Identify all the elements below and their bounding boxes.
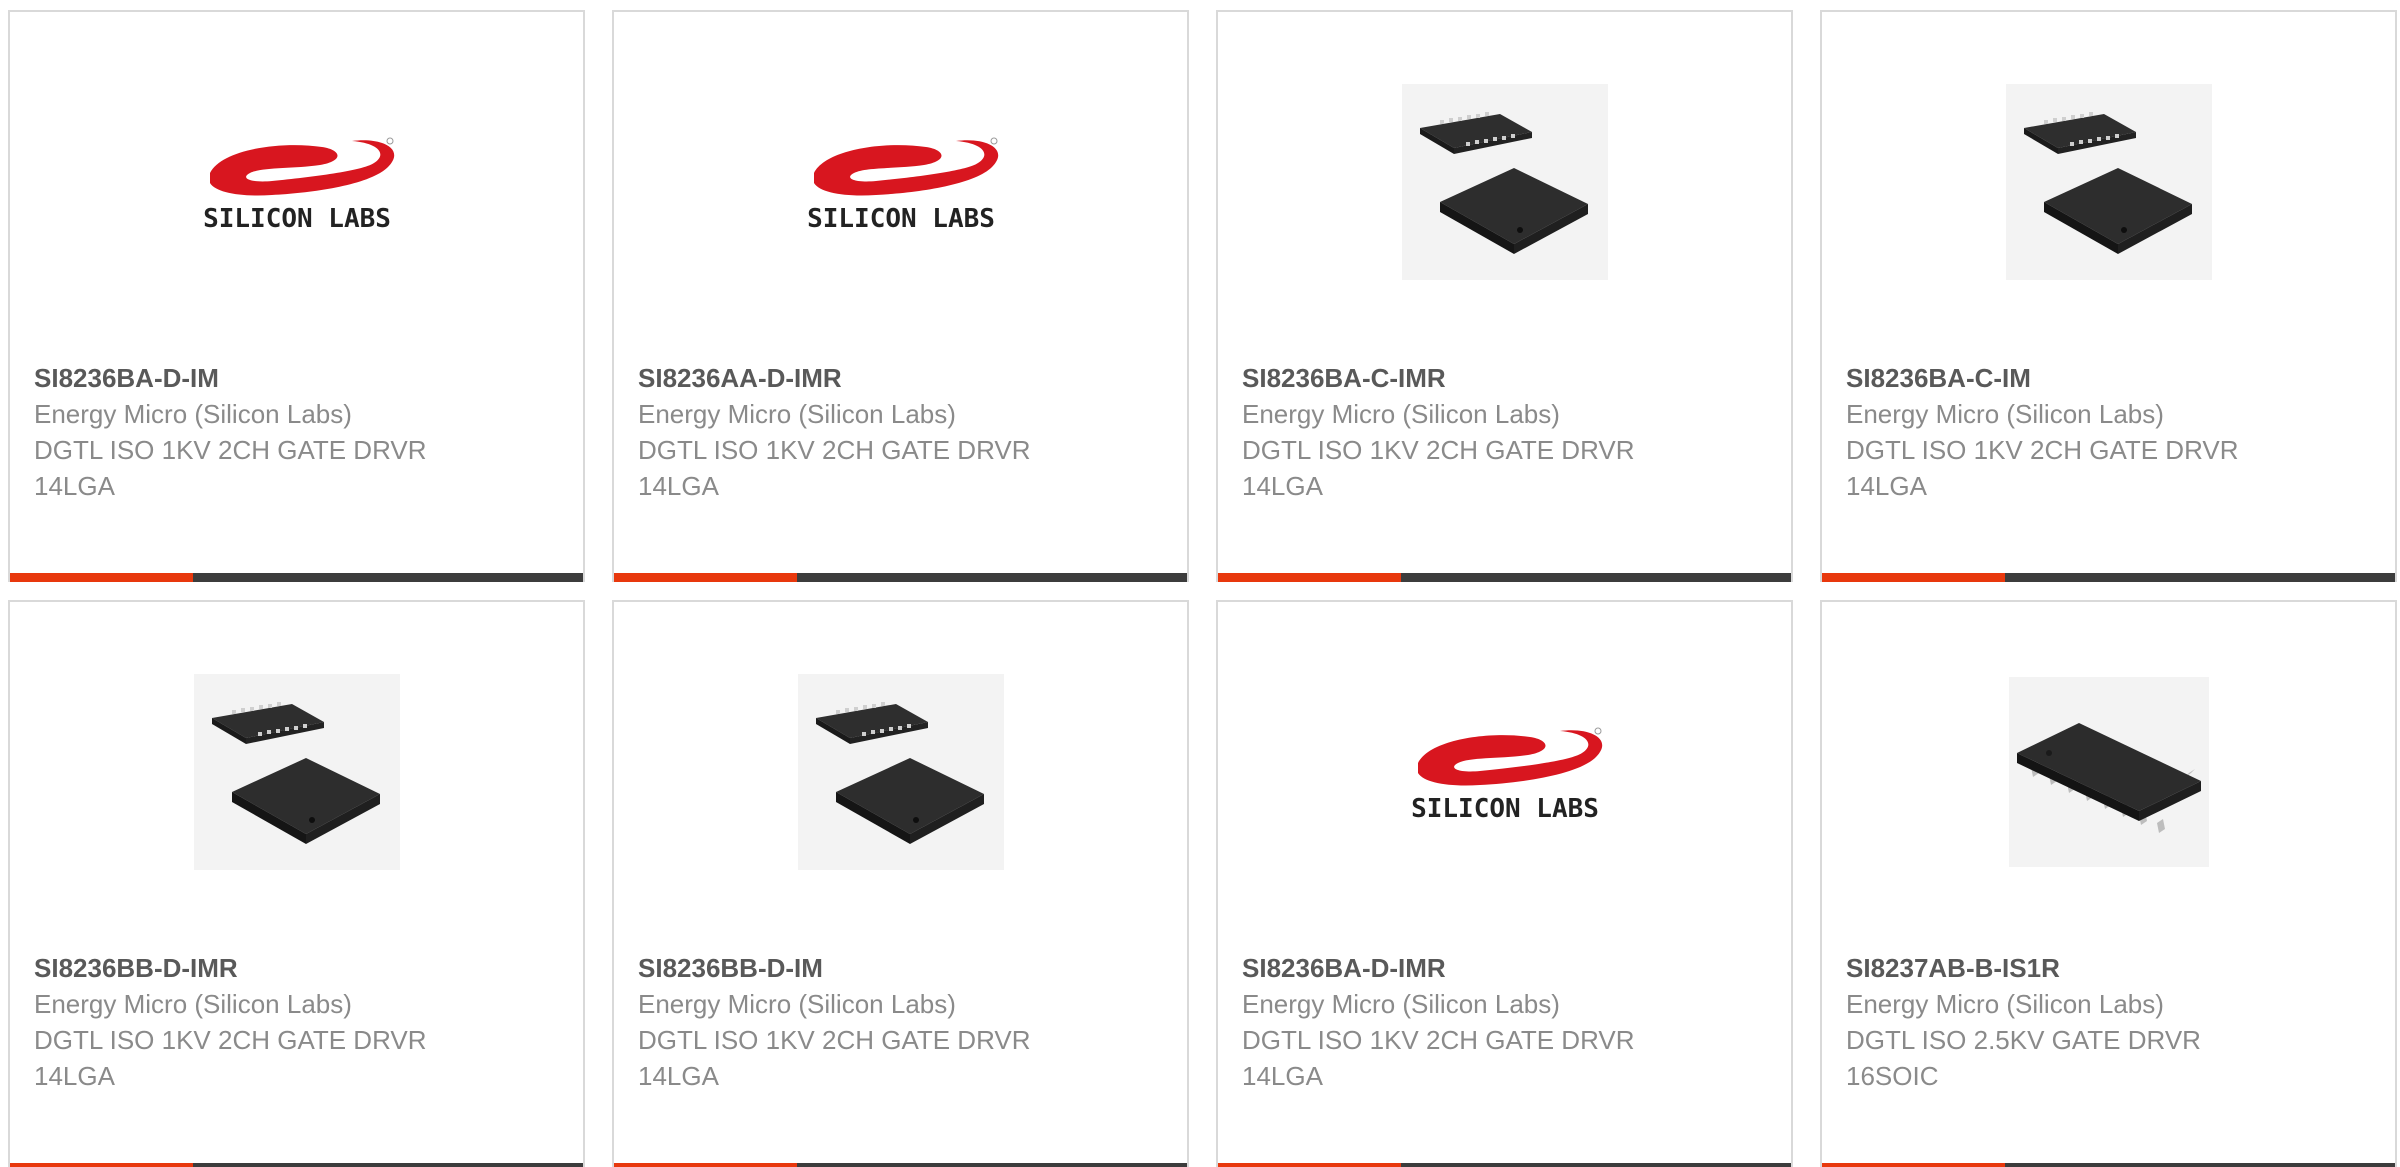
card-bottom-bar <box>1218 573 1791 582</box>
product-image[interactable]: SILICON LABS <box>10 82 583 282</box>
part-number[interactable]: SI8237AB-B-IS1R <box>1846 950 2371 986</box>
product-info: SI8237AB-B-IS1R Energy Micro (Silicon La… <box>1846 950 2371 1094</box>
part-number[interactable]: SI8236BB-D-IMR <box>34 950 559 986</box>
description: DGTL ISO 1KV 2CH GATE DRVR 14LGA <box>34 435 427 501</box>
description: DGTL ISO 1KV 2CH GATE DRVR 14LGA <box>638 1025 1031 1091</box>
manufacturer: Energy Micro (Silicon Labs) <box>1846 989 2164 1019</box>
card-accent-bar <box>1218 573 1401 582</box>
part-number[interactable]: SI8236BA-C-IM <box>1846 360 2371 396</box>
product-image[interactable] <box>1218 82 1791 282</box>
description: DGTL ISO 1KV 2CH GATE DRVR 14LGA <box>1846 435 2239 501</box>
manufacturer: Energy Micro (Silicon Labs) <box>1242 989 1560 1019</box>
product-info: SI8236BA-D-IM Energy Micro (Silicon Labs… <box>34 360 559 504</box>
product-image[interactable] <box>614 672 1187 872</box>
card-accent-bar <box>10 1163 193 1167</box>
description: DGTL ISO 2.5KV GATE DRVR 16SOIC <box>1846 1025 2201 1091</box>
silicon-labs-logo-icon: SILICON LABS <box>203 137 394 234</box>
product-image[interactable] <box>10 672 583 872</box>
description: DGTL ISO 1KV 2CH GATE DRVR 14LGA <box>638 435 1031 501</box>
card-accent-bar <box>1218 1163 1401 1167</box>
card-accent-bar <box>614 1163 797 1167</box>
description: DGTL ISO 1KV 2CH GATE DRVR 14LGA <box>1242 1025 1635 1091</box>
part-number[interactable]: SI8236BB-D-IM <box>638 950 1163 986</box>
product-info: SI8236BA-D-IMR Energy Micro (Silicon Lab… <box>1242 950 1767 1094</box>
card-accent-bar <box>1822 573 2005 582</box>
svg-text:SILICON LABS: SILICON LABS <box>203 204 391 234</box>
silicon-labs-logo-icon: SILICON LABS <box>1411 727 1602 824</box>
lga-chip-icon <box>797 674 1004 870</box>
part-number[interactable]: SI8236BA-C-IMR <box>1242 360 1767 396</box>
card-bottom-bar <box>1822 1163 2395 1167</box>
card-bottom-bar <box>614 1163 1187 1167</box>
manufacturer: Energy Micro (Silicon Labs) <box>638 399 956 429</box>
product-info: SI8236BB-D-IM Energy Micro (Silicon Labs… <box>638 950 1163 1094</box>
soic-chip-icon <box>2008 677 2209 867</box>
manufacturer: Energy Micro (Silicon Labs) <box>34 399 352 429</box>
product-card[interactable]: SI8237AB-B-IS1R Energy Micro (Silicon La… <box>1820 600 2397 1167</box>
product-image[interactable] <box>1822 672 2395 872</box>
manufacturer: Energy Micro (Silicon Labs) <box>638 989 956 1019</box>
product-card[interactable]: SI8236BA-C-IM Energy Micro (Silicon Labs… <box>1820 10 2397 582</box>
product-card[interactable]: SILICON LABS SI8236BA-D-IMR Energy Micro… <box>1216 600 1793 1167</box>
description: DGTL ISO 1KV 2CH GATE DRVR 14LGA <box>34 1025 427 1091</box>
product-info: SI8236BA-C-IM Energy Micro (Silicon Labs… <box>1846 360 2371 504</box>
svg-text:SILICON LABS: SILICON LABS <box>807 204 995 234</box>
card-bottom-bar <box>614 573 1187 582</box>
part-number[interactable]: SI8236BA-D-IMR <box>1242 950 1767 986</box>
card-accent-bar <box>10 573 193 582</box>
card-accent-bar <box>614 573 797 582</box>
product-grid: SILICON LABS SI8236BA-D-IM Energy Micro … <box>0 0 2400 1167</box>
card-bottom-bar <box>10 1163 583 1167</box>
product-info: SI8236BA-C-IMR Energy Micro (Silicon Lab… <box>1242 360 1767 504</box>
manufacturer: Energy Micro (Silicon Labs) <box>1242 399 1560 429</box>
lga-chip-icon <box>2005 84 2212 280</box>
product-image[interactable]: SILICON LABS <box>614 82 1187 282</box>
manufacturer: Energy Micro (Silicon Labs) <box>34 989 352 1019</box>
svg-text:SILICON LABS: SILICON LABS <box>1411 794 1599 824</box>
product-card[interactable]: SILICON LABS SI8236AA-D-IMR Energy Micro… <box>612 10 1189 582</box>
card-bottom-bar <box>1822 573 2395 582</box>
silicon-labs-logo-icon: SILICON LABS <box>807 137 998 234</box>
product-card[interactable]: SI8236BB-D-IMR Energy Micro (Silicon Lab… <box>8 600 585 1167</box>
product-card[interactable]: SILICON LABS SI8236BA-D-IM Energy Micro … <box>8 10 585 582</box>
card-bottom-bar <box>10 573 583 582</box>
product-card[interactable]: SI8236BB-D-IM Energy Micro (Silicon Labs… <box>612 600 1189 1167</box>
card-accent-bar <box>1822 1163 2005 1167</box>
card-bottom-bar <box>1218 1163 1791 1167</box>
lga-chip-icon <box>1401 84 1608 280</box>
product-info: SI8236BB-D-IMR Energy Micro (Silicon Lab… <box>34 950 559 1094</box>
product-card[interactable]: SI8236BA-C-IMR Energy Micro (Silicon Lab… <box>1216 10 1793 582</box>
manufacturer: Energy Micro (Silicon Labs) <box>1846 399 2164 429</box>
product-image[interactable] <box>1822 82 2395 282</box>
description: DGTL ISO 1KV 2CH GATE DRVR 14LGA <box>1242 435 1635 501</box>
product-info: SI8236AA-D-IMR Energy Micro (Silicon Lab… <box>638 360 1163 504</box>
part-number[interactable]: SI8236BA-D-IM <box>34 360 559 396</box>
product-image[interactable]: SILICON LABS <box>1218 672 1791 872</box>
lga-chip-icon <box>193 674 400 870</box>
part-number[interactable]: SI8236AA-D-IMR <box>638 360 1163 396</box>
